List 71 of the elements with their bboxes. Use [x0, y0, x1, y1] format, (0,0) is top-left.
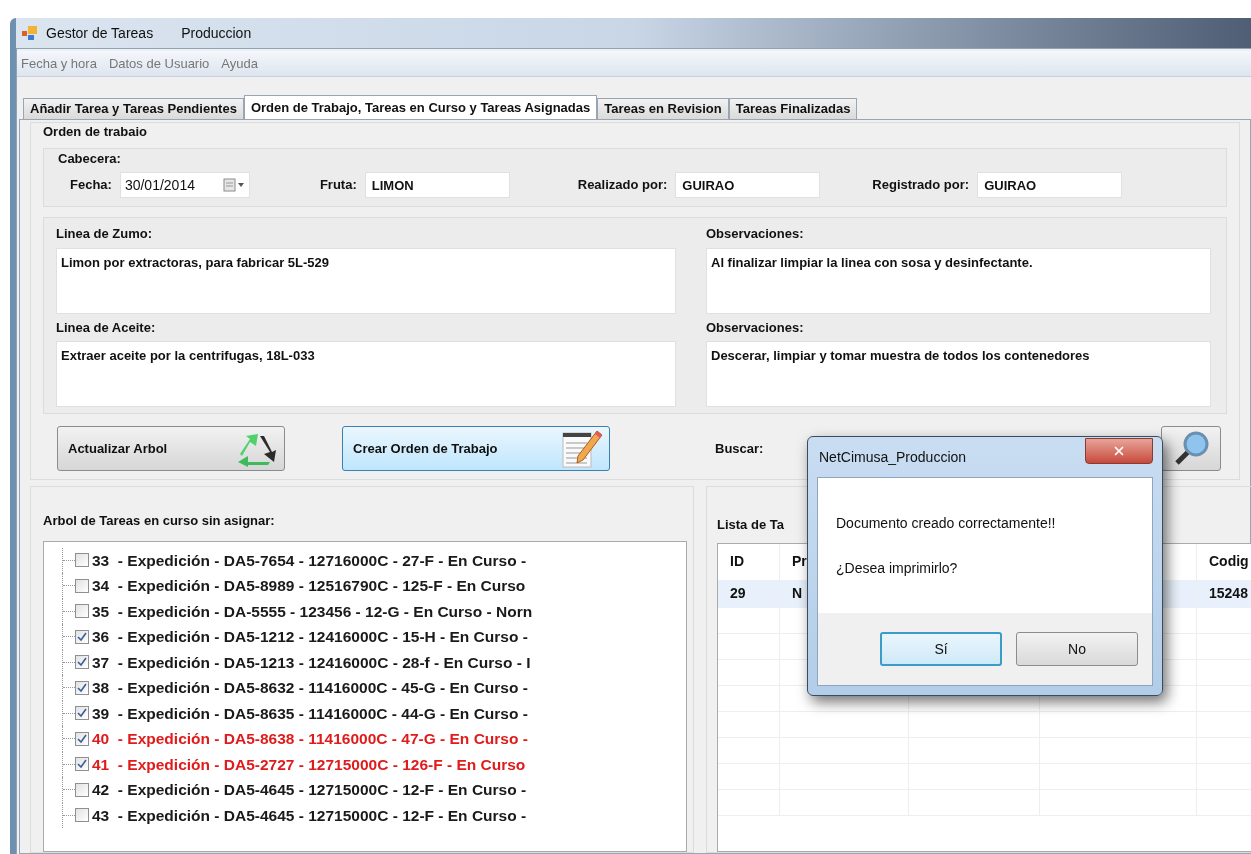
- date-picker[interactable]: 30/01/2014: [119, 172, 250, 198]
- text-area[interactable]: Descerar, limpiar y tomar muestra de todos los contenedores: [706, 341, 1211, 407]
- text-field[interactable]: GUIRAO: [977, 172, 1123, 198]
- checkbox[interactable]: [75, 680, 89, 695]
- table-cell-text: N: [792, 584, 803, 603]
- tree-item[interactable]: 34 - Expedición - DA5-8989 - 12516790C - 125-F - En Curso: [62, 573, 526, 599]
- close-icon: [1112, 444, 1126, 458]
- column-header[interactable]: ID: [730, 551, 744, 572]
- tree-item[interactable]: 38 - Expedición - DA5-8632 - 11416000C - 45-G - En Curso -: [62, 675, 528, 701]
- tab[interactable]: Tareas Finalizadas: [728, 98, 858, 119]
- text-area[interactable]: Al finalizar limpiar la linea con sosa y desinfectante.: [706, 247, 1211, 314]
- checkbox[interactable]: [75, 553, 89, 568]
- tree-item[interactable]: 40 - Expedición - DA5-8638 - 11416000C - 47-G - En Curso -: [62, 726, 528, 752]
- group-title: Orden de trabaio: [43, 123, 149, 141]
- window-subtitle: Produccion: [181, 23, 252, 43]
- field-label: Realizado por:: [577, 176, 668, 195]
- app-icon: [22, 26, 38, 40]
- search-button[interactable]: [1161, 426, 1222, 471]
- tree-item[interactable]: 39 - Expedición - DA5-8635 - 11416000C - 44-G - En Curso -: [62, 700, 528, 726]
- tab[interactable]: Tareas en Revision: [597, 98, 729, 119]
- checkbox[interactable]: [75, 808, 89, 823]
- create-order-button[interactable]: Crear Orden de Trabajo: [342, 426, 610, 471]
- notepad-pencil-icon: [561, 428, 603, 469]
- menu-item[interactable]: Fecha y hora: [21, 53, 97, 74]
- checkbox[interactable]: [75, 604, 89, 619]
- checkbox[interactable]: [75, 757, 89, 772]
- tree-item[interactable]: 37 - Expedición - DA5-1213 - 12416000C - 28-f - En Curso - I: [62, 649, 531, 675]
- window-title: Gestor de Tareas: [46, 23, 154, 43]
- tree-item[interactable]: 36 - Expedición - DA5-1212 - 12416000C - 15-H - En Curso -: [62, 624, 528, 650]
- group-title: Lista de Ta: [717, 516, 784, 534]
- column-header[interactable]: Pr: [792, 551, 807, 572]
- tree-item[interactable]: 41 - Expedición - DA5-2727 - 12715000C - 126-F - En Curso: [62, 751, 526, 777]
- close-button[interactable]: [1085, 438, 1153, 464]
- table-cell-text: 29: [730, 584, 746, 603]
- calendar-dropdown-icon[interactable]: [222, 178, 245, 192]
- tree-item[interactable]: 42 - Expedición - DA5-4645 - 12715000C - 12-F - En Curso -: [62, 777, 527, 803]
- dialog-title: NetCimusa_Produccion: [818, 447, 967, 467]
- field-label: Observaciones:: [706, 225, 805, 243]
- dialog-button[interactable]: No: [1016, 632, 1138, 666]
- checkbox[interactable]: [75, 782, 89, 797]
- checkbox[interactable]: [75, 629, 89, 644]
- field-label: Fecha:: [70, 176, 112, 195]
- text-area[interactable]: Extraer aceite por la centrifugas, 18L-033: [56, 341, 676, 407]
- checkbox[interactable]: [75, 731, 89, 746]
- field-label: Fruta:: [319, 176, 357, 195]
- menu-item[interactable]: Datos de Usuario: [108, 53, 210, 74]
- text-field[interactable]: GUIRAO: [675, 172, 821, 198]
- field-label: Registrado por:: [872, 176, 970, 195]
- text-area[interactable]: Limon por extractoras, para fabricar 5L-529: [56, 247, 676, 314]
- tab[interactable]: Añadir Tarea y Tareas Pendientes: [23, 98, 244, 119]
- dialog-question: ¿Desea imprimirlo?: [836, 558, 959, 578]
- column-header[interactable]: Codig: [1209, 551, 1249, 572]
- tree-item[interactable]: 33 - Expedición - DA5-7654 - 12716000C - 27-F - En Curso -: [62, 547, 527, 573]
- table-cell-text: 15248: [1209, 584, 1248, 603]
- menu-item[interactable]: Ayuda: [221, 53, 258, 74]
- refresh-tree-button[interactable]: Actualizar Arbol: [57, 426, 285, 471]
- field-label: Linea de Aceite:: [56, 318, 157, 337]
- section-label: Cabecera:: [58, 149, 122, 168]
- checkbox[interactable]: [75, 655, 89, 670]
- field-label: Linea de Zumo:: [56, 225, 154, 243]
- checkbox[interactable]: [75, 578, 89, 593]
- tab[interactable]: Orden de Trabajo, Tareas en Curso y Tareas Asignadas: [243, 95, 598, 119]
- text-field[interactable]: LIMON: [364, 172, 510, 198]
- search-label: Buscar:: [715, 439, 764, 458]
- dialog-message: Documento creado correctamente!!: [836, 513, 1057, 533]
- tree-item[interactable]: 43 - Expedición - DA5-4645 - 12715000C - 12-F - En Curso -: [62, 802, 527, 828]
- field-label: Observaciones:: [706, 318, 805, 337]
- group-title: Arbol de Tareas en curso sin asignar:: [43, 512, 276, 530]
- tree-item[interactable]: 35 - Expedición - DA-5555 - 123456 - 12-G - En Curso - Norn: [62, 598, 533, 624]
- checkbox[interactable]: [75, 706, 89, 721]
- dialog-button[interactable]: Sí: [880, 632, 1002, 666]
